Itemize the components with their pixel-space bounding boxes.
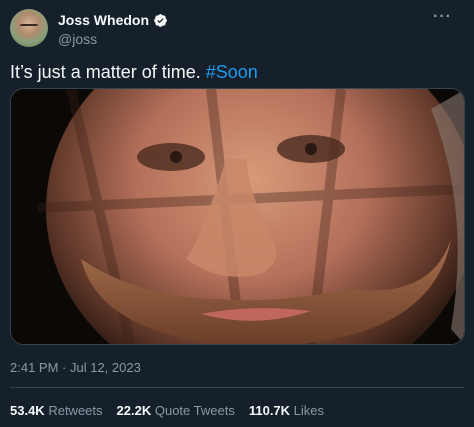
author-name-row: Joss Whedon bbox=[58, 12, 168, 28]
quote-tweets-count: 22.2K bbox=[116, 403, 152, 418]
likes-stat[interactable]: 110.7K Likes bbox=[249, 403, 324, 418]
likes-count: 110.7K bbox=[248, 403, 291, 418]
retweets-stat[interactable]: 53.4K Retweets bbox=[10, 403, 103, 418]
hashtag-link[interactable]: #Soon bbox=[206, 62, 258, 82]
divider bbox=[10, 387, 464, 388]
retweets-count: 53.4K bbox=[10, 403, 45, 418]
timestamp-separator: · bbox=[58, 360, 70, 375]
tweet-text: It’s just a matter of time. #Soon bbox=[10, 62, 258, 83]
avatar-glasses-icon bbox=[20, 24, 38, 29]
quote-tweets-label: Quote Tweets bbox=[154, 403, 235, 418]
tweet-date: Jul 12, 2023 bbox=[69, 360, 141, 375]
tweet-stats: 53.4K Retweets 22.2K Quote Tweets 110.7K… bbox=[10, 403, 338, 418]
avatar[interactable] bbox=[10, 9, 48, 47]
tweet-time: 2:41 PM bbox=[10, 360, 59, 375]
author-display-name[interactable]: Joss Whedon bbox=[58, 12, 149, 28]
tweet-text-body: It’s just a matter of time. bbox=[10, 62, 206, 82]
quote-tweets-stat[interactable]: 22.2K Quote Tweets bbox=[117, 403, 235, 418]
verified-badge-icon bbox=[154, 13, 167, 27]
author-handle[interactable]: @joss bbox=[58, 31, 97, 47]
photo-closeup-face bbox=[11, 89, 464, 344]
more-options-icon[interactable]: ··· bbox=[433, 8, 452, 26]
likes-label: Likes bbox=[293, 403, 325, 418]
tweet-card: Joss Whedon @joss ··· It’s just a matter… bbox=[0, 0, 474, 427]
tweet-timestamp[interactable]: 2:41 PM · Jul 12, 2023 bbox=[10, 360, 141, 375]
tweet-media-photo[interactable] bbox=[10, 88, 465, 345]
retweets-label: Retweets bbox=[48, 403, 103, 418]
